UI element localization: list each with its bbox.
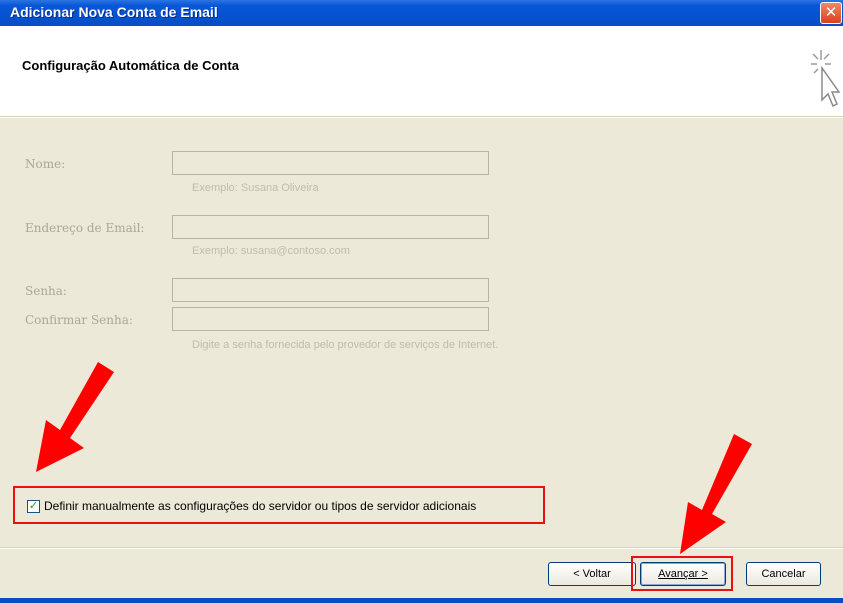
email-input[interactable] [172, 215, 489, 239]
page-title: Configuração Automática de Conta [22, 58, 239, 73]
confirm-password-input[interactable] [172, 307, 489, 331]
title-bar[interactable]: Adicionar Nova Conta de Email ✕ [0, 0, 843, 26]
name-label: Nome: [25, 157, 66, 171]
add-email-account-dialog: Adicionar Nova Conta de Email ✕ Configur… [0, 0, 843, 603]
taskbar-strip [0, 598, 843, 603]
window-title: Adicionar Nova Conta de Email [10, 4, 218, 20]
close-button[interactable]: ✕ [820, 2, 842, 24]
password-label: Senha: [25, 284, 67, 298]
arrow-to-checkbox-icon [36, 362, 114, 472]
cancel-button[interactable]: Cancelar [746, 562, 821, 586]
password-hint: Digite a senha fornecida pelo provedor d… [192, 339, 499, 351]
next-button-highlight-box [631, 556, 733, 591]
header-divider [0, 116, 843, 118]
email-label: Endereço de Email: [25, 221, 145, 235]
back-button[interactable]: < Voltar [548, 562, 636, 586]
confirm-password-label: Confirmar Senha: [25, 313, 133, 327]
name-input[interactable] [172, 151, 489, 175]
wizard-header: Configuração Automática de Conta [0, 26, 843, 116]
wizard-cursor-sparkle-icon [811, 50, 840, 108]
password-input[interactable] [172, 278, 489, 302]
email-hint: Exemplo: susana@contoso.com [192, 245, 350, 257]
name-hint: Exemplo: Susana Oliveira [192, 182, 319, 194]
checkbox-highlight-box [13, 486, 545, 524]
arrow-to-next-button-icon [680, 434, 752, 554]
